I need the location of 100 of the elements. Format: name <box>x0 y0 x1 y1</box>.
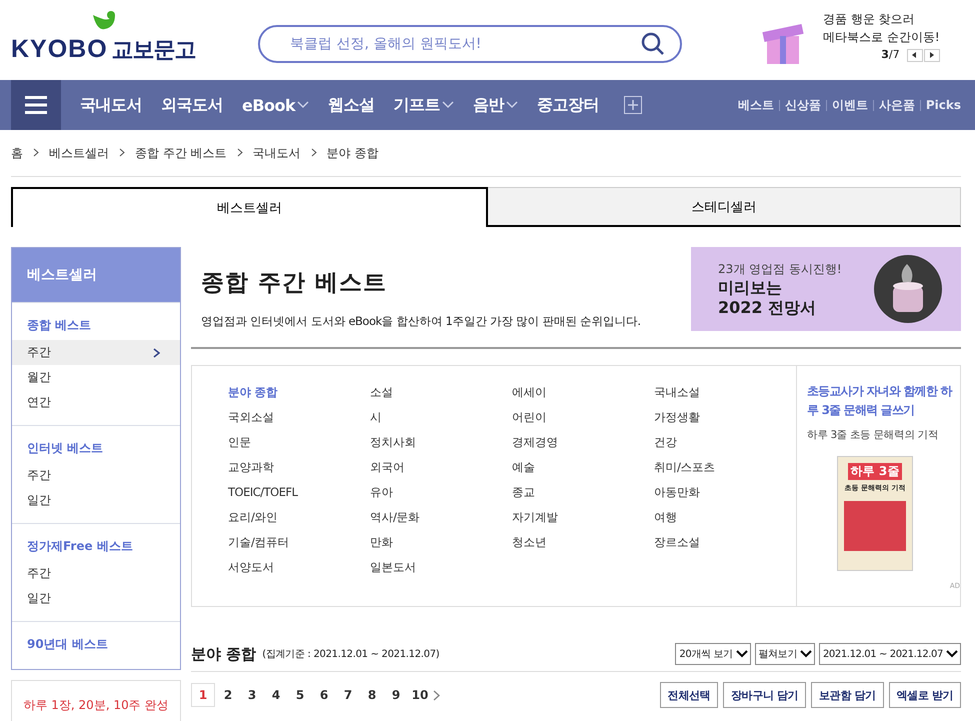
nav-link[interactable]: 기프트 <box>394 94 454 116</box>
menu-button[interactable] <box>11 80 61 130</box>
sidebar-heading-link[interactable]: 인터넷 베스트 <box>12 440 180 463</box>
chevron-down-icon <box>297 101 310 109</box>
category-link[interactable]: 종교 <box>512 485 654 510</box>
category-link[interactable]: 교양과학 <box>228 460 370 485</box>
banner-headline: 미리보는 <box>718 278 783 298</box>
category-link[interactable]: 소설 <box>370 385 512 410</box>
category-link[interactable]: 유아 <box>370 485 512 510</box>
category-link[interactable]: 청소년 <box>512 535 654 560</box>
page-counter: 3/7 <box>881 47 900 63</box>
sidebar-item[interactable]: 일간 <box>12 586 180 611</box>
category-link[interactable]: 일본도서 <box>370 560 512 585</box>
category-link[interactable]: 경제경영 <box>512 435 654 460</box>
sidebar-item[interactable]: 월간 <box>12 365 180 390</box>
promo-text[interactable]: 경품 행운 찾으러 <box>823 10 940 28</box>
category-link[interactable]: 건강 <box>654 435 796 460</box>
ad-banner[interactable]: 하루 1장, 20분, 10주 완성 <box>11 680 181 721</box>
nav-link[interactable]: eBook <box>242 96 310 114</box>
nav-link[interactable]: 웹소설 <box>328 94 375 116</box>
breadcrumb-link[interactable]: 국내도서 <box>252 144 301 162</box>
dropdown[interactable]: 2021.12.01 ~ 2021.12.07 <box>818 643 961 665</box>
page-link[interactable]: 4 <box>265 684 287 706</box>
sidebar-item[interactable]: 주간 <box>12 561 180 586</box>
category-link[interactable]: 아동만화 <box>654 485 796 510</box>
category-link[interactable]: 기술/컴퓨터 <box>228 535 370 560</box>
ad-text[interactable]: 하루 1장, 20분, 10주 완성 <box>23 697 169 721</box>
logo-text[interactable]: KYOBO <box>11 35 108 64</box>
page-link[interactable]: 8 <box>361 684 383 706</box>
nav-link[interactable]: 신상품 <box>784 96 821 114</box>
category-link[interactable]: 예술 <box>512 460 654 485</box>
sidebar-item[interactable]: 주간 <box>12 340 180 365</box>
page-link[interactable]: 5 <box>289 684 311 706</box>
category-link[interactable]: 국내소설 <box>654 385 796 410</box>
previous-button[interactable] <box>906 48 923 62</box>
action-button[interactable]: 엑셀로 받기 <box>888 682 961 708</box>
sidebar-title: 베스트셀러 <box>12 248 180 302</box>
nav-link[interactable]: 사은품 <box>878 96 915 114</box>
breadcrumb-link[interactable]: 분야 종합 <box>326 144 378 162</box>
category-link[interactable]: 자기계발 <box>512 510 654 535</box>
breadcrumb-link[interactable]: 종합 주간 베스트 <box>135 144 227 162</box>
nav-link[interactable]: Picks <box>926 98 961 112</box>
category-link[interactable]: 여행 <box>654 510 796 535</box>
book-ad-title[interactable]: 초등교사가 자녀와 함께한 하루 3줄 문해력 글쓰기 <box>807 382 960 420</box>
category-link[interactable]: 취미/스포츠 <box>654 460 796 485</box>
category-link[interactable]: 서양도서 <box>228 560 370 585</box>
page-link[interactable]: 7 <box>337 684 359 706</box>
category-link[interactable]: 에세이 <box>512 385 654 410</box>
category-link[interactable]: 가정생활 <box>654 410 796 435</box>
page-link[interactable]: 2 <box>217 684 239 706</box>
category-link[interactable]: 요리/와인 <box>228 510 370 535</box>
book-ad-subtitle[interactable]: 하루 3줄 초등 문해력의 기적 <box>807 428 960 442</box>
category-link[interactable]: 분야 종합 <box>228 385 370 410</box>
dropdown[interactable]: 펼쳐보기 <box>754 643 815 665</box>
nav-link[interactable]: 국내도서 <box>80 94 142 116</box>
sidebar-heading-link[interactable]: 정가제Free 베스트 <box>12 538 180 561</box>
category-link[interactable]: 만화 <box>370 535 512 560</box>
search-field[interactable]: 북클럽 선정, 올해의 원픽도서! <box>258 25 682 63</box>
page-link[interactable]: 6 <box>313 684 335 706</box>
promo-banner[interactable]: 23개 영업점 동시진행! 미리보는 2022 전망서 <box>691 247 961 331</box>
menu-icon[interactable] <box>25 96 47 114</box>
page-link[interactable]: 10 <box>409 684 431 706</box>
action-button[interactable]: 전체선택 <box>660 682 718 708</box>
page-link[interactable]: 9 <box>385 684 407 706</box>
breadcrumb-link[interactable]: 베스트셀러 <box>49 144 109 162</box>
sidebar-heading-link[interactable]: 종합 베스트 <box>12 317 180 340</box>
period-text: (집계기준 : 2021.12.01 ~ 2021.12.07) <box>262 648 440 661</box>
sidebar-item[interactable]: 주간 <box>12 463 180 488</box>
category-link[interactable]: 정치사회 <box>370 435 512 460</box>
dropdown[interactable]: 20개씩 보기 <box>675 643 751 665</box>
tab[interactable]: 스테디셀러 <box>488 187 961 227</box>
nav-link[interactable]: 외국도서 <box>161 94 223 116</box>
sidebar-item[interactable]: 일간 <box>12 488 180 513</box>
breadcrumb-link[interactable]: 홈 <box>11 144 23 162</box>
page-link[interactable]: 1 <box>191 683 215 707</box>
category-link[interactable]: TOEIC/TOEFL <box>228 485 370 510</box>
logo-korean-text[interactable]: 교보문고 <box>112 35 196 65</box>
nav-link[interactable]: 중고장터 <box>537 94 600 116</box>
category-link[interactable]: 역사/문화 <box>370 510 512 535</box>
nav-link[interactable]: 음반 <box>473 94 518 116</box>
nav-link[interactable]: 베스트 <box>738 96 774 114</box>
category-link[interactable]: 인문 <box>228 435 370 460</box>
category-link[interactable]: 국외소설 <box>228 410 370 435</box>
category-link[interactable]: 장르소설 <box>654 535 796 560</box>
sidebar-item[interactable]: 연간 <box>12 390 180 415</box>
page-link[interactable]: 3 <box>241 684 263 706</box>
category-link[interactable]: 시 <box>370 410 512 435</box>
tab[interactable]: 베스트셀러 <box>11 187 488 227</box>
sidebar-heading-link[interactable]: 90년대 베스트 <box>12 636 180 659</box>
next-button[interactable] <box>924 48 940 62</box>
next-page-icon[interactable] <box>433 690 440 700</box>
search-icon[interactable] <box>640 31 666 57</box>
category-link[interactable]: 외국어 <box>370 460 512 485</box>
nav-link[interactable]: 이벤트 <box>832 96 868 114</box>
action-button[interactable]: 장바구니 담기 <box>723 682 806 708</box>
action-button[interactable]: 보관함 담기 <box>811 682 884 708</box>
plus-icon[interactable] <box>624 96 642 114</box>
category-link[interactable]: 어린이 <box>512 410 654 435</box>
promo-text[interactable]: 메타북스로 순간이동! <box>823 28 940 46</box>
search-input[interactable]: 북클럽 선정, 올해의 원픽도서! <box>288 35 640 53</box>
